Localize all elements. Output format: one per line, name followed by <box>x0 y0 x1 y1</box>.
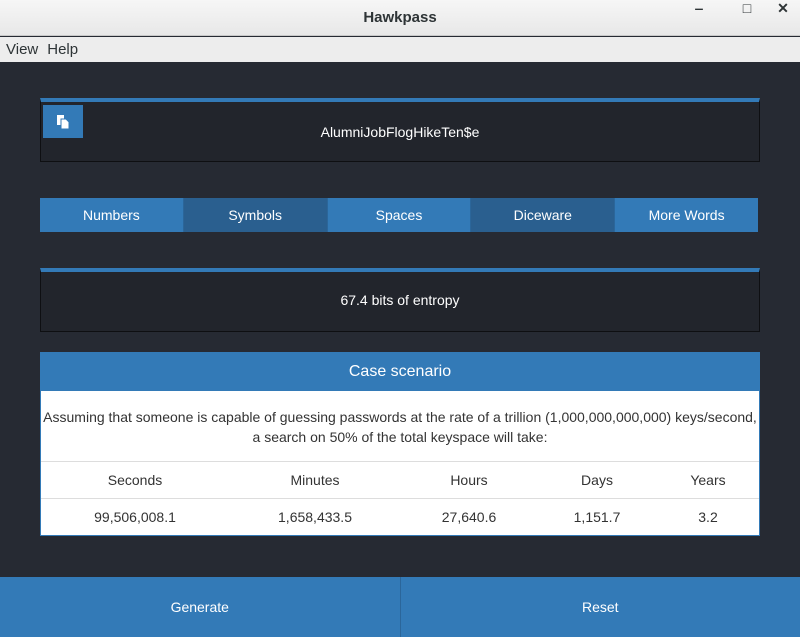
window-title: Hawkpass <box>363 9 437 26</box>
options-toggle-group: Numbers Symbols Spaces Diceware More Wor… <box>40 198 758 232</box>
value-seconds: 99,506,008.1 <box>94 509 176 525</box>
value-hours: 27,640.6 <box>441 509 497 525</box>
table-header-row: Seconds Minutes Hours Days Years <box>41 462 759 499</box>
table-row: 99,506,008.1 1,658,433.5 27,640.6 1,151.… <box>41 499 759 536</box>
action-bar: Generate Reset <box>0 577 800 637</box>
case-description: Assuming that someone is capable of gues… <box>41 391 759 462</box>
password-display: AlumniJobFlogHikeTen$e <box>40 98 760 162</box>
toggle-numbers[interactable]: Numbers <box>40 198 184 232</box>
case-title: Case scenario <box>41 353 759 391</box>
value-minutes: 1,658,433.5 <box>278 509 352 525</box>
header-days: Days <box>581 472 613 488</box>
header-hours: Hours <box>450 472 488 488</box>
value-years: 3.2 <box>698 509 718 525</box>
toggle-spaces[interactable]: Spaces <box>327 198 472 232</box>
header-minutes: Minutes <box>290 472 340 488</box>
menu-bar: View Help <box>0 37 800 62</box>
toggle-diceware[interactable]: Diceware <box>471 198 616 232</box>
header-seconds: Seconds <box>107 472 163 488</box>
case-scenario-panel: Case scenario Assuming that someone is c… <box>40 352 760 536</box>
entropy-display: 67.4 bits of entropy <box>40 268 760 332</box>
maximize-button[interactable]: □ <box>732 0 762 36</box>
reset-button[interactable]: Reset <box>400 577 800 637</box>
minimize-button[interactable]: ‒ <box>684 0 714 36</box>
value-days: 1,151.7 <box>573 509 621 525</box>
header-years: Years <box>690 472 726 488</box>
toggle-more-words[interactable]: More Words <box>615 198 758 232</box>
toggle-symbols[interactable]: Symbols <box>183 198 328 232</box>
close-button[interactable]: ✕ <box>768 0 798 36</box>
menu-help[interactable]: Help <box>41 37 81 58</box>
generate-button[interactable]: Generate <box>0 577 401 637</box>
password-text[interactable]: AlumniJobFlogHikeTen$e <box>41 124 759 140</box>
title-bar: Hawkpass <box>0 0 800 36</box>
menu-view[interactable]: View <box>0 37 41 58</box>
